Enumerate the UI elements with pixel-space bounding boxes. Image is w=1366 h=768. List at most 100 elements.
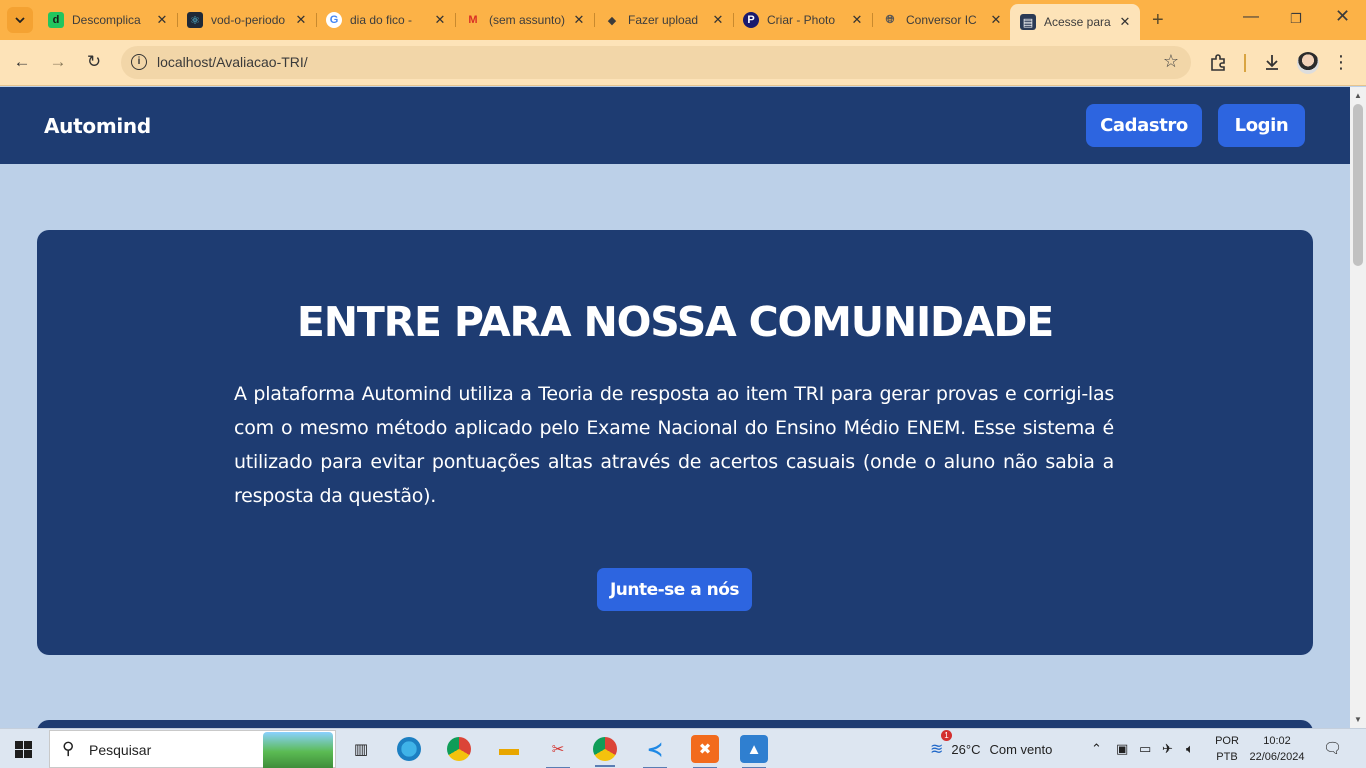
browser-toolbar: ← → ↻ i localhost/Avaliacao-TRI/ ☆ ⋮ [0, 40, 1366, 86]
tab-title: vod-o-periodo [211, 13, 286, 27]
scroll-thumb[interactable] [1353, 104, 1363, 266]
vscode-icon[interactable]: ≺ [641, 735, 669, 768]
browser-tab[interactable]: G dia do fico - ✕ [316, 6, 456, 34]
browser-tab-active[interactable]: ▤ Acesse para ✕ [1010, 4, 1140, 40]
page-viewport: Automind Cadastro Login ENTRE PARA NOSSA… [0, 87, 1350, 728]
puzzle-icon [1211, 54, 1225, 71]
tray-overflow-chevron-icon[interactable]: ⌃ [1091, 729, 1102, 768]
hero-title: ENTRE PARA NOSSA COMUNIDADE [296, 298, 1054, 346]
windows-start-icon[interactable] [15, 741, 32, 758]
language-indicator[interactable]: POR PTB [1213, 733, 1241, 765]
weather-widget[interactable]: ≋ 1 26°C Com vento [930, 729, 1052, 768]
site-navbar: Automind Cadastro Login [0, 87, 1350, 164]
bookmark-star-icon[interactable]: ☆ [1163, 51, 1179, 72]
clock-date: 22/06/2024 [1249, 751, 1305, 763]
browser-tab-strip: d Descomplica ✕ ⚛ vod-o-periodo ✕ G dia … [0, 0, 1366, 40]
close-icon[interactable]: ✕ [709, 12, 727, 28]
keyboard-layout: PTB [1216, 751, 1238, 763]
scroll-up-arrow-icon[interactable]: ▲ [1354, 91, 1362, 100]
browser-tab[interactable]: 🌐︎ Conversor IC ✕ [872, 6, 1011, 34]
task-view-icon[interactable]: ▥ [347, 735, 375, 763]
browser-tab[interactable]: ⚛ vod-o-periodo ✕ [177, 6, 317, 34]
descomplica-icon: d [48, 12, 64, 28]
gmail-icon: M [468, 14, 478, 26]
browser-tab[interactable]: P Criar - Photo ✕ [733, 6, 873, 34]
notification-center-icon[interactable]: 🗨︎ [1323, 739, 1343, 757]
file-explorer-icon[interactable]: ▬ [495, 735, 523, 763]
close-icon[interactable]: ✕ [570, 12, 588, 28]
photo-editor-icon: P [743, 12, 759, 28]
signup-button[interactable]: Cadastro [1086, 104, 1202, 147]
hero-description: A plataforma Automind utiliza a Teoria d… [234, 383, 1114, 507]
language-code: POR [1215, 735, 1239, 747]
back-arrow-icon[interactable]: ← [10, 50, 34, 74]
layers-icon: ◆ [607, 14, 617, 27]
search-highlight-illustration [263, 732, 333, 768]
url-text[interactable]: localhost/Avaliacao-TRI/ [157, 54, 308, 70]
tab-title: Conversor IC [906, 13, 977, 27]
reload-icon[interactable]: ↻ [82, 50, 106, 74]
close-icon[interactable]: ✕ [848, 12, 866, 28]
search-placeholder: Pesquisar [89, 742, 152, 758]
site-info-icon[interactable]: i [131, 54, 147, 70]
close-icon[interactable]: ✕ [1116, 14, 1134, 30]
download-arrow-icon [1266, 55, 1278, 70]
close-icon[interactable]: ✕ [987, 12, 1005, 28]
minimize-icon[interactable]: — [1243, 8, 1259, 26]
tab-search-button[interactable] [7, 7, 33, 33]
tab-title: (sem assunto) [489, 13, 566, 27]
taskbar: ⚲ Pesquisar ▥ ▬ ✂ ≺ ✖ ▲ ≋ 1 26°C Com vent… [0, 728, 1366, 768]
page-scrollbar[interactable]: ▲ ▼ [1350, 87, 1366, 728]
close-icon[interactable]: ✕ [153, 12, 171, 28]
page-icon: ▤ [1020, 14, 1036, 30]
clock-time: 10:02 [1263, 735, 1291, 747]
chrome-profile-icon[interactable] [593, 737, 617, 767]
toolbar-divider [1244, 54, 1246, 72]
download-icon[interactable] [1261, 51, 1283, 73]
window-close-icon[interactable]: ✕ [1335, 6, 1350, 27]
weather-temp: 26°C [951, 741, 981, 757]
google-icon: G [326, 12, 342, 28]
taskbar-search-box[interactable]: ⚲ Pesquisar [49, 730, 336, 768]
weather-desc: Com vento [989, 741, 1053, 757]
globe-icon: 🌐︎ [885, 13, 895, 26]
browser-menu-icon[interactable]: ⋮ [1330, 51, 1352, 73]
tab-title: Acesse para [1044, 15, 1111, 29]
react-icon: ⚛ [187, 12, 203, 28]
browser-tab[interactable]: ◆ Fazer upload ✕ [594, 6, 734, 34]
tab-title: Fazer upload [628, 13, 699, 27]
close-icon[interactable]: ✕ [292, 12, 310, 28]
extensions-icon[interactable] [1207, 51, 1229, 73]
volume-icon[interactable]: 🔈︎ [1186, 729, 1194, 768]
tab-title: Descomplica [72, 13, 141, 27]
join-us-button[interactable]: Junte-se a nós [597, 568, 752, 611]
snipping-tool-icon[interactable]: ✂ [544, 735, 572, 768]
tab-title: dia do fico - [350, 13, 413, 27]
site-brand[interactable]: Automind [44, 114, 151, 138]
login-button[interactable]: Login [1218, 104, 1305, 147]
hero-card: ENTRE PARA NOSSA COMUNIDADE A plataforma… [37, 230, 1313, 655]
edge-icon[interactable] [397, 737, 421, 761]
battery-icon[interactable]: ▭ [1139, 729, 1151, 768]
airplane-mode-icon[interactable]: ✈ [1162, 729, 1173, 768]
browser-tab[interactable]: d Descomplica ✕ [38, 6, 178, 34]
restore-icon[interactable]: ❐ [1290, 11, 1302, 27]
tab-title: Criar - Photo [767, 13, 836, 27]
search-icon: ⚲ [62, 739, 75, 758]
address-bar[interactable]: i localhost/Avaliacao-TRI/ ☆ [121, 46, 1191, 79]
photos-icon[interactable]: ▲ [740, 735, 768, 768]
new-tab-button[interactable]: + [1152, 9, 1164, 32]
profile-avatar[interactable] [1297, 52, 1319, 74]
weather-icon: ≋ 1 [930, 730, 952, 759]
taskbar-clock[interactable]: 10:02 22/06/2024 [1246, 733, 1308, 765]
browser-tab[interactable]: M (sem assunto) ✕ [455, 6, 595, 34]
chrome-icon[interactable] [447, 737, 471, 761]
weather-badge: 1 [941, 730, 952, 741]
scroll-down-arrow-icon[interactable]: ▼ [1354, 715, 1362, 724]
forward-arrow-icon[interactable]: → [46, 50, 70, 74]
close-icon[interactable]: ✕ [431, 12, 449, 28]
meet-now-icon[interactable]: ▣ [1116, 729, 1128, 768]
next-section-card [37, 720, 1313, 728]
xampp-icon[interactable]: ✖ [691, 735, 719, 768]
chevron-down-icon [15, 17, 25, 23]
